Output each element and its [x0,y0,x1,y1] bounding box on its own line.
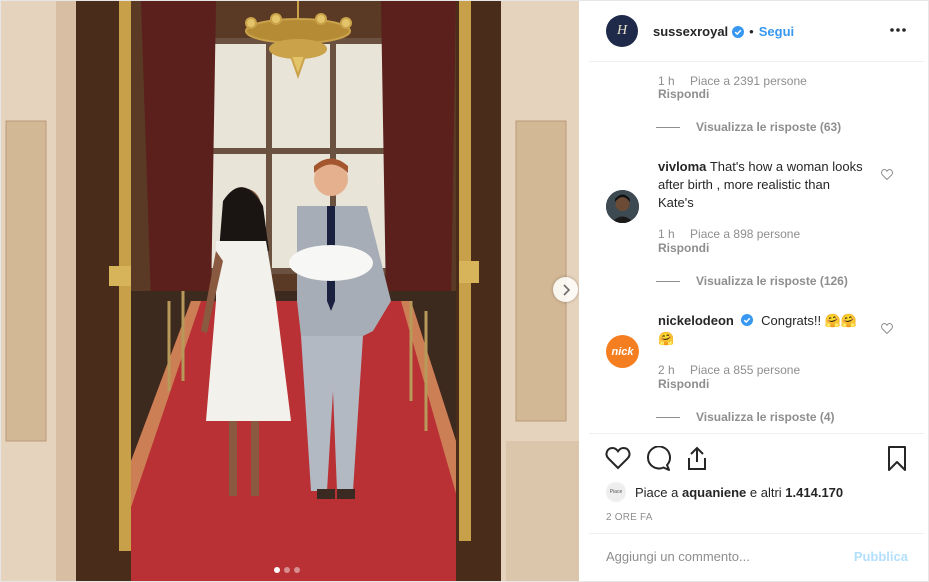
instagram-post: H sussexroyal • Segui 1 h Piace a 2391 p… [0,0,929,582]
comment-time: 2 h [658,363,675,377]
comment-likes[interactable]: Piace a 2391 persone [690,74,807,88]
comment-icon[interactable] [645,445,671,476]
comment-text: nickelodeon Congrats!! 🤗🤗 🤗 [658,312,868,348]
chevron-right-icon [562,283,570,296]
post-sidebar: H sussexroyal • Segui 1 h Piace a 2391 p… [589,1,924,581]
replies-divider [656,416,680,418]
liker-avatar-text: Piace [609,489,623,495]
post-photo[interactable] [1,1,579,581]
comment-meta: 1 h Piace a 898 persone [658,227,800,241]
comment-time: 1 h [658,74,675,88]
likes-count[interactable]: 1.414.170 [785,485,843,500]
header-separator: • [749,23,754,39]
liked-by-prefix: Piace a [635,484,682,500]
reply-button[interactable]: Rispondi [658,87,709,101]
view-replies-button[interactable]: Visualizza le risposte (126) [656,274,848,288]
comment-meta: 1 h Piace a 2391 persone [658,74,807,88]
comment-text: vivloma That's how a woman looks after b… [658,158,868,212]
carousel-dot [284,567,290,573]
nick-logo-text: nick [611,345,634,358]
view-replies-label: Visualizza le risposte (4) [696,410,835,424]
account-username[interactable]: sussexroyal [653,24,728,39]
view-replies-button[interactable]: Visualizza le risposte (4) [656,410,835,424]
comment-likes[interactable]: Piace a 898 persone [690,227,800,241]
verified-badge-icon [741,314,754,326]
carousel-dot [294,567,300,573]
bookmark-icon[interactable] [887,446,907,476]
comment-meta: 2 h Piace a 855 persone [658,363,800,377]
replies-divider [656,280,680,282]
commenter-username[interactable]: nickelodeon [658,313,734,328]
liked-by: Piace Piace a aquaniene e altri 1.414.17… [606,482,843,502]
commenter-avatar[interactable]: nick [606,335,639,368]
view-replies-label: Visualizza le risposte (63) [696,120,842,134]
liked-by-username[interactable]: aquaniene [682,485,746,500]
comments-list[interactable]: 1 h Piace a 2391 persone Rispondi Visual… [589,62,924,432]
share-icon[interactable] [685,446,709,476]
comment-like-icon[interactable] [881,321,893,339]
comment-likes[interactable]: Piace a 855 persone [690,363,800,377]
carousel-dots [274,567,300,573]
liker-avatar[interactable]: Piace [606,482,626,502]
reply-button[interactable]: Rispondi [658,241,709,255]
comment-like-icon[interactable] [881,167,893,185]
post-header: H sussexroyal • Segui [589,1,924,62]
more-options-icon[interactable] [890,19,906,37]
view-replies-button[interactable]: Visualizza le risposte (63) [656,120,841,134]
comment-time: 1 h [658,227,675,241]
add-comment-bar: Pubblica [589,533,924,582]
add-comment-input[interactable] [604,548,838,565]
replies-divider [656,126,680,128]
publish-button[interactable]: Pubblica [854,549,908,564]
view-replies-label: Visualizza le risposte (126) [696,274,848,288]
carousel-next-button[interactable] [553,277,578,302]
photo-illustration [1,1,579,581]
liked-by-suffix: e altri [746,484,786,500]
carousel-dot [274,567,280,573]
reply-button[interactable]: Rispondi [658,377,709,391]
account-avatar[interactable]: H [606,15,638,47]
avatar-monogram: H [616,23,628,38]
verified-badge-icon [732,26,745,38]
heart-icon[interactable] [605,446,631,475]
post-date[interactable]: 2 ORE FA [606,512,653,523]
follow-button[interactable]: Segui [759,24,794,39]
post-actions: Piace Piace a aquaniene e altri 1.414.17… [589,433,924,534]
commenter-username[interactable]: vivloma [658,159,706,174]
commenter-avatar[interactable] [606,190,639,223]
